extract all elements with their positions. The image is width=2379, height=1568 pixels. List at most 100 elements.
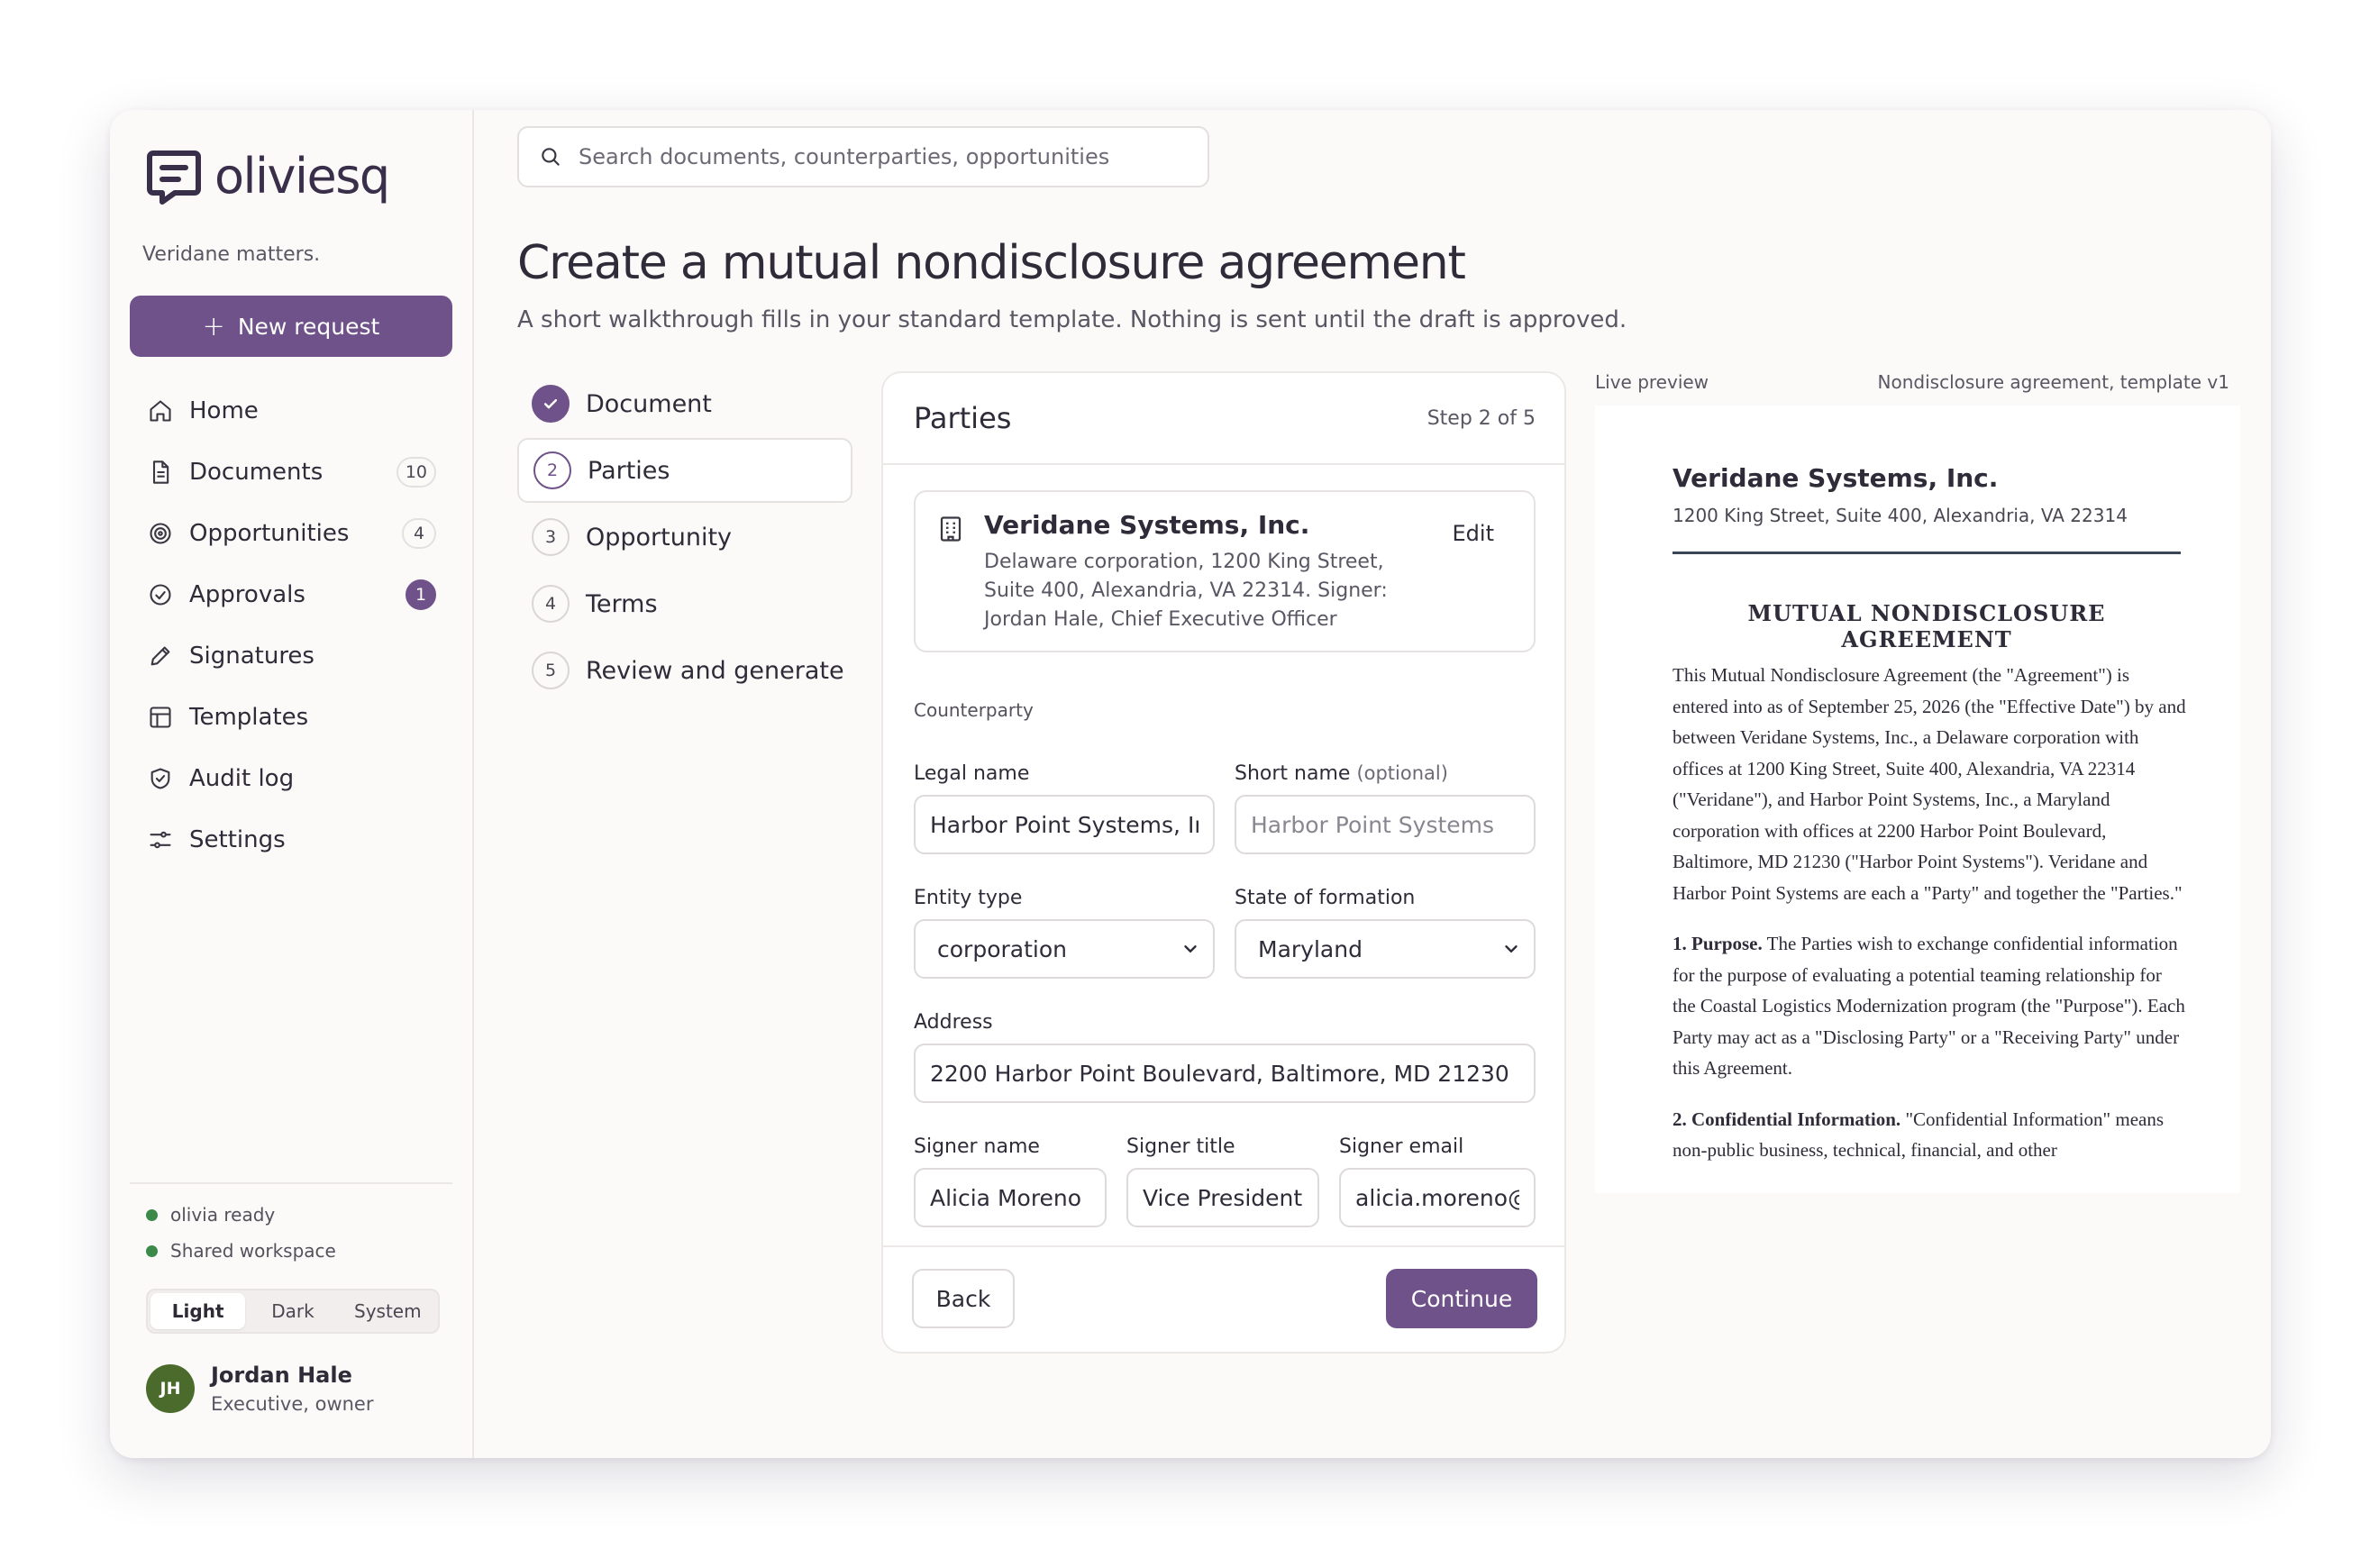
count-badge: 10: [396, 457, 436, 488]
chevron-down-icon: [1505, 945, 1518, 953]
page-subtitle: A short walkthrough fills in your standa…: [517, 306, 1627, 333]
step-number: 3: [532, 518, 570, 556]
document-icon: [152, 460, 169, 484]
step-opportunity[interactable]: 3 Opportunity: [517, 505, 852, 570]
pen-icon: [150, 646, 170, 666]
sidebar-item-signatures[interactable]: Signatures: [130, 625, 452, 687]
sidebar-item-settings[interactable]: Settings: [130, 809, 452, 871]
sidebar-item-label: Settings: [189, 826, 286, 853]
preview-section-purpose: 1. Purpose. The Parties wish to exchange…: [1673, 928, 2186, 1084]
continue-button[interactable]: Continue: [1386, 1269, 1537, 1328]
sidebar-item-documents[interactable]: Documents 10: [130, 442, 452, 503]
counterparty-section-label: Counterparty: [914, 699, 1034, 721]
shield-check-icon: [150, 768, 170, 789]
preview-document-title: MUTUAL NONDISCLOSURE AGREEMENT: [1747, 600, 2106, 652]
edit-our-party-button[interactable]: Edit: [1453, 521, 1494, 546]
short-name-label-text: Short name: [1235, 762, 1351, 785]
status-olivia-ready: olivia ready: [146, 1204, 275, 1226]
address-label: Address: [914, 1011, 993, 1034]
section-heading: 2. Confidential Information.: [1673, 1108, 1901, 1130]
step-parties[interactable]: 2 Parties: [517, 438, 852, 503]
user-profile[interactable]: JH Jordan Hale Executive, owner: [146, 1363, 373, 1415]
status-shared-workspace: Shared workspace: [146, 1240, 336, 1262]
parties-form-card: Parties Step 2 of 5 Veridane Systems, In…: [881, 371, 1566, 1354]
sidebar-item-approvals[interactable]: Approvals 1: [130, 564, 452, 625]
building-icon: [940, 516, 962, 542]
step-terms[interactable]: 4 Terms: [517, 571, 852, 636]
preview-section-confidential: 2. Confidential Information. "Confidenti…: [1673, 1104, 2186, 1166]
state-label: State of formation: [1235, 887, 1416, 909]
wizard-steps: Document 2 Parties 3 Opportunity 4 Terms…: [517, 371, 852, 705]
our-party-details: Delaware corporation, 1200 King Street, …: [984, 551, 1388, 631]
step-label: Parties: [588, 456, 670, 485]
chevron-down-icon: [1184, 945, 1197, 953]
logo-icon: [147, 150, 201, 205]
state-select[interactable]: Maryland: [1235, 919, 1536, 979]
entity-type-label: Entity type: [914, 887, 1023, 909]
step-complete-icon: [532, 385, 570, 423]
new-request-label: New request: [237, 313, 380, 340]
live-preview-label: Live preview: [1595, 371, 1709, 393]
signer-email-label: Signer email: [1339, 1135, 1464, 1158]
step-label: Opportunity: [586, 523, 733, 552]
logo[interactable]: oliviesq: [146, 146, 390, 205]
signer-title-input[interactable]: [1126, 1168, 1319, 1227]
divider: [130, 1182, 452, 1184]
our-party-name: Veridane Systems, Inc.: [984, 510, 1310, 540]
home-icon: [150, 400, 171, 422]
sidebar-item-label: Audit log: [189, 765, 295, 792]
preview-body: This Mutual Nondisclosure Agreement (the…: [1673, 660, 2186, 1186]
sidebar-item-templates[interactable]: Templates: [130, 687, 452, 748]
status-dot-icon: [146, 1208, 158, 1221]
entity-type-select[interactable]: corporation: [914, 919, 1215, 979]
optional-hint: (optional): [1356, 762, 1448, 784]
theme-dark-option[interactable]: Dark: [245, 1293, 340, 1329]
theme-system-option[interactable]: System: [341, 1293, 435, 1329]
legal-name-input[interactable]: [914, 795, 1215, 854]
short-name-input[interactable]: [1235, 795, 1536, 854]
sidebar: oliviesq Veridane matters. + New request…: [110, 110, 474, 1458]
short-name-label: Short name (optional): [1235, 762, 1448, 785]
search-bar: [517, 126, 1209, 187]
sidebar-item-label: Signatures: [189, 643, 314, 670]
state-value: Maryland: [1258, 935, 1363, 962]
sidebar-item-audit-log[interactable]: Audit log: [130, 748, 452, 809]
user-role: Executive, owner: [211, 1393, 374, 1415]
section-heading: 1. Purpose.: [1673, 933, 1763, 954]
status-dot-icon: [146, 1244, 158, 1257]
check-circle-icon: [150, 584, 171, 606]
step-counter: Step 2 of 5: [1426, 406, 1536, 430]
step-number: 4: [532, 585, 570, 623]
status-text: Shared workspace: [170, 1240, 336, 1262]
template-name: Nondisclosure agreement, template v1: [1877, 371, 2229, 393]
step-document[interactable]: Document: [517, 371, 852, 436]
document-preview: Veridane Systems, Inc. 1200 King Street,…: [1595, 406, 2240, 1193]
status-text: olivia ready: [170, 1204, 276, 1226]
theme-light-option[interactable]: Light: [150, 1293, 246, 1329]
card-header: Parties Step 2 of 5: [883, 373, 1564, 465]
address-input[interactable]: [914, 1044, 1536, 1103]
sidebar-item-opportunities[interactable]: Opportunities 4: [130, 503, 452, 564]
search-input[interactable]: [579, 144, 1191, 169]
step-label: Terms: [586, 589, 658, 618]
plus-icon: +: [202, 310, 225, 342]
back-button[interactable]: Back: [912, 1269, 1015, 1328]
step-label: Review and generate: [586, 656, 844, 685]
signer-email-input[interactable]: [1339, 1168, 1536, 1227]
card-footer: Back Continue: [883, 1245, 1564, 1354]
step-review[interactable]: 5 Review and generate: [517, 638, 852, 703]
section-text: The Parties wish to exchange confidentia…: [1673, 933, 2185, 1079]
sliders-icon: [150, 831, 171, 849]
signer-title-label: Signer title: [1126, 1135, 1235, 1158]
card-title: Parties: [914, 401, 1012, 435]
signer-name-input[interactable]: [914, 1168, 1107, 1227]
sidebar-item-home[interactable]: Home: [130, 380, 452, 442]
step-number: 2: [533, 451, 571, 489]
new-request-button[interactable]: + New request: [130, 296, 452, 357]
step-number: 5: [532, 652, 570, 689]
layout-icon: [150, 707, 171, 728]
sidebar-item-label: Approvals: [189, 581, 305, 608]
sidebar-item-label: Opportunities: [189, 520, 350, 547]
page-title: Create a mutual nondisclosure agreement: [517, 236, 1466, 290]
legal-name-label: Legal name: [914, 762, 1030, 785]
